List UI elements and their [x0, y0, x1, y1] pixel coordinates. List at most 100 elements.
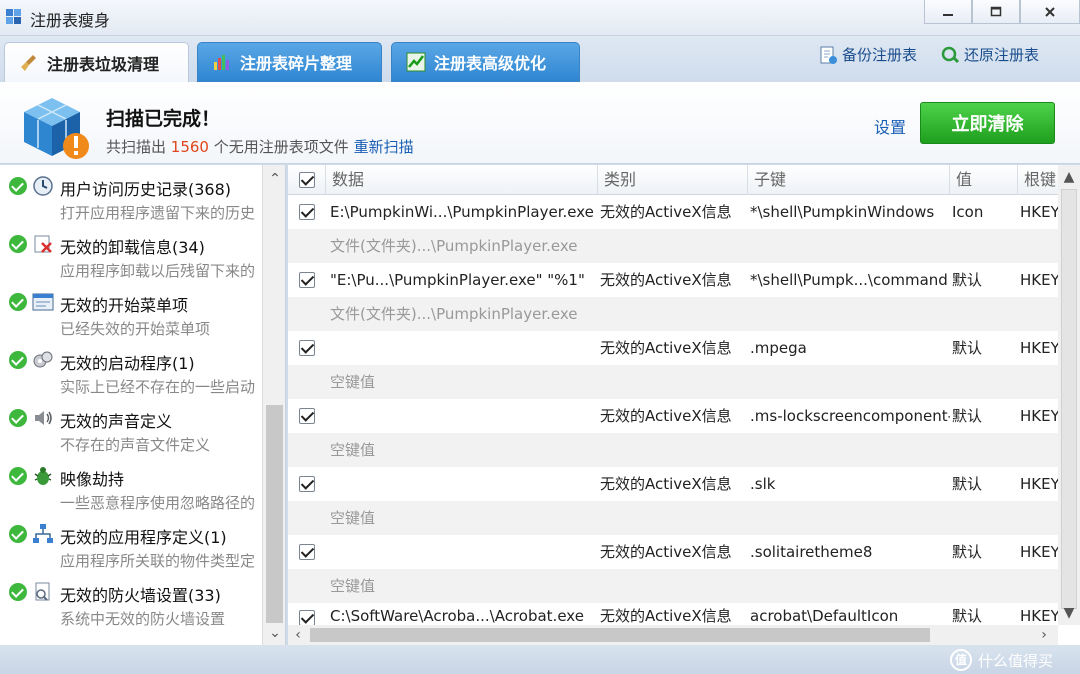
- settings-link[interactable]: 设置: [874, 114, 906, 138]
- grid-vertical-scrollbar[interactable]: ▲ ▼: [1058, 165, 1080, 625]
- category-name: 无效的开始菜单项: [60, 296, 189, 315]
- col-data[interactable]: 数据: [326, 165, 598, 195]
- scan-status-title: 扫描已完成！: [106, 108, 221, 130]
- col-value[interactable]: 值: [950, 165, 1018, 195]
- cell-root: HKEY: [1020, 203, 1058, 221]
- category-desc: 系统中无效的防火墙设置: [60, 610, 226, 628]
- title-bar: 注册表瘦身: [0, 0, 1080, 36]
- restore-label: 还原注册表: [964, 46, 1040, 64]
- cell-type: 无效的ActiveX信息: [600, 339, 732, 357]
- uninstall-icon: [34, 235, 52, 253]
- grid-horizontal-scrollbar[interactable]: ‹ ›: [288, 625, 1058, 645]
- cell-root: HKEY: [1020, 475, 1058, 493]
- check-icon[interactable]: [9, 409, 27, 427]
- row-detail: 空键值: [288, 365, 1058, 399]
- category-scrollbar[interactable]: ⌃ ⌄: [262, 165, 285, 645]
- category-item[interactable]: 无效的防火墙设置(33) 系统中无效的防火墙设置: [0, 573, 262, 631]
- select-all-checkbox[interactable]: [299, 172, 315, 188]
- scroll-down-icon[interactable]: ▼: [1058, 603, 1080, 623]
- category-desc: 打开应用程序遗留下来的历史: [60, 204, 256, 222]
- minimize-icon: [943, 13, 953, 16]
- backup-registry-link[interactable]: 备份注册表: [818, 44, 917, 65]
- broom-icon: [21, 54, 36, 71]
- cell-key: .slk: [750, 475, 776, 493]
- maximize-icon: [990, 6, 1002, 16]
- check-icon[interactable]: [9, 235, 27, 253]
- cell-detail: 文件(文件夹)...\PumpkinPlayer.exe: [330, 237, 578, 255]
- watermark-logo-icon: 值: [950, 649, 972, 671]
- row-checkbox[interactable]: [299, 610, 315, 625]
- registry-warning-icon: [24, 98, 89, 159]
- check-icon[interactable]: [9, 583, 27, 601]
- col-key[interactable]: 子键: [748, 165, 950, 195]
- cell-detail: 空键值: [330, 373, 376, 391]
- cell-value: 默认: [952, 407, 983, 425]
- category-desc: 应用程序卸载以后残留下来的: [60, 262, 256, 280]
- scroll-down-icon[interactable]: ⌄: [263, 623, 285, 643]
- cell-data: [330, 399, 594, 433]
- table-row[interactable]: "E:\Pu...\PumpkinPlayer.exe" "%1" 无效的Act…: [288, 263, 1058, 297]
- cell-key: *\shell\Pumpk...\command: [750, 271, 948, 289]
- cell-type: 无效的ActiveX信息: [600, 407, 732, 425]
- row-checkbox[interactable]: [299, 272, 315, 288]
- scrollbar-thumb[interactable]: [1061, 189, 1077, 609]
- scrollbar-thumb[interactable]: [310, 628, 930, 642]
- history-icon: [33, 176, 53, 196]
- col-root[interactable]: 根键: [1018, 165, 1058, 195]
- row-checkbox[interactable]: [299, 340, 315, 356]
- scroll-up-icon[interactable]: ⌃: [263, 169, 285, 189]
- cell-type: 无效的ActiveX信息: [600, 475, 732, 493]
- table-row[interactable]: 无效的ActiveX信息 .ms-lockscreencomponent- 默认…: [288, 399, 1058, 433]
- cell-detail: 空键值: [330, 577, 376, 595]
- scroll-left-icon[interactable]: ‹: [288, 625, 308, 645]
- tab-registry-optimize[interactable]: 注册表高级优化: [391, 42, 580, 82]
- cell-detail: 文件(文件夹)...\PumpkinPlayer.exe: [330, 305, 578, 323]
- check-icon[interactable]: [9, 293, 27, 311]
- category-item[interactable]: 映像劫持 一些恶意程序使用忽略路径的: [0, 457, 262, 515]
- restore-registry-link[interactable]: 还原注册表: [940, 44, 1039, 65]
- check-icon[interactable]: [9, 467, 27, 485]
- cell-data: [330, 535, 594, 569]
- check-icon[interactable]: [9, 351, 27, 369]
- row-checkbox[interactable]: [299, 544, 315, 560]
- check-icon[interactable]: [9, 525, 27, 543]
- tab-registry-cleanup[interactable]: 注册表垃圾清理: [4, 42, 189, 82]
- category-desc: 一些恶意程序使用忽略路径的: [60, 494, 256, 512]
- category-item[interactable]: 无效的开始菜单项 已经失效的开始菜单项: [0, 283, 262, 341]
- category-item[interactable]: 无效的启动程序(1) 实际上已经不存在的一些启动: [0, 341, 262, 399]
- col-type[interactable]: 类别: [598, 165, 748, 195]
- row-checkbox[interactable]: [299, 408, 315, 424]
- category-desc: 不存在的声音文件定义: [60, 436, 211, 454]
- row-detail: 文件(文件夹)...\PumpkinPlayer.exe: [288, 297, 1058, 331]
- category-item[interactable]: 用户访问历史记录(368) 打开应用程序遗留下来的历史: [0, 167, 262, 225]
- table-row[interactable]: C:\SoftWare\Acroba...\Acrobat.exe 无效的Act…: [288, 603, 1058, 625]
- row-checkbox[interactable]: [299, 204, 315, 220]
- tab-registry-defrag[interactable]: 注册表碎片整理: [197, 42, 382, 82]
- scroll-right-icon[interactable]: ›: [1034, 625, 1054, 645]
- table-row[interactable]: 无效的ActiveX信息 .mpega 默认 HKEY: [288, 331, 1058, 365]
- category-item[interactable]: 无效的声音定义 不存在的声音文件定义: [0, 399, 262, 457]
- category-item[interactable]: 无效的卸载信息(34) 应用程序卸载以后残留下来的: [0, 225, 262, 283]
- check-icon[interactable]: [9, 177, 27, 195]
- rescan-link[interactable]: 重新扫描: [354, 138, 414, 156]
- cell-data: E:\PumpkinWi...\PumpkinPlayer.exe: [330, 203, 594, 221]
- category-name: 无效的卸载信息(34): [60, 238, 205, 257]
- clean-now-button[interactable]: 立即清除: [920, 102, 1055, 144]
- scroll-up-icon[interactable]: ▲: [1058, 167, 1080, 187]
- summary-suffix: 个无用注册表项文件: [213, 138, 349, 156]
- registry-app-icon: [6, 9, 21, 24]
- table-row[interactable]: 无效的ActiveX信息 .solitairetheme8 默认 HKEY: [288, 535, 1058, 569]
- minimize-button[interactable]: [924, 0, 972, 24]
- close-button[interactable]: [1020, 0, 1080, 24]
- cell-key: .mpega: [750, 339, 807, 357]
- scrollbar-thumb[interactable]: [266, 405, 283, 623]
- cell-value: 默认: [952, 339, 983, 357]
- close-icon: [1045, 6, 1055, 17]
- maximize-button[interactable]: [972, 0, 1020, 24]
- network-icon: [33, 524, 53, 543]
- table-row[interactable]: E:\PumpkinWi...\PumpkinPlayer.exe 无效的Act…: [288, 195, 1058, 229]
- category-item[interactable]: 无效的应用程序定义(1) 应用程序所关联的物件类型定: [0, 515, 262, 573]
- restore-icon: [941, 46, 960, 63]
- table-row[interactable]: 无效的ActiveX信息 .slk 默认 HKEY: [288, 467, 1058, 501]
- row-checkbox[interactable]: [299, 476, 315, 492]
